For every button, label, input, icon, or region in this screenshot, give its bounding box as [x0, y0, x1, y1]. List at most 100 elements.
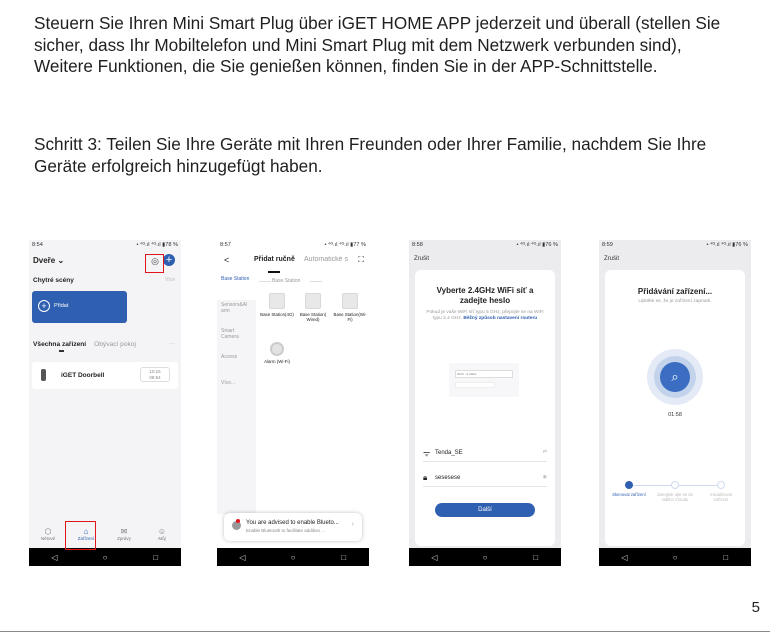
back-nav-icon[interactable]: ◁ — [424, 553, 444, 562]
device-alarm-wifi[interactable]: Alarm (Wi-Fi) — [260, 342, 294, 364]
section-title: Base Station — [272, 278, 301, 284]
toast-subtitle: Enable Bluetooth to facilitate addition … — [246, 528, 326, 533]
user-icon: ☺ — [157, 527, 167, 536]
wifi-name-field[interactable]: ᯤ Tenda_SE ⇄ — [423, 446, 547, 462]
category-smart-camera[interactable]: Smart Camera — [217, 326, 256, 352]
tab-all-devices[interactable]: Všechna zařízení — [33, 341, 86, 348]
home-nav-icon[interactable]: ○ — [665, 553, 685, 562]
search-icon: ⌕ — [660, 362, 690, 392]
base-station-icon — [342, 293, 358, 309]
device-base-station-4g[interactable]: Base Station(4G) — [260, 293, 294, 317]
scan-icon[interactable]: ⛶ — [358, 255, 364, 265]
recent-nav-icon[interactable]: □ — [334, 553, 354, 562]
bottom-tab-me[interactable]: ☺ Můj — [149, 527, 175, 547]
device-name: iGET Doorbell — [61, 372, 105, 379]
base-station-icon — [269, 293, 285, 309]
lock-icon: 🔒︎ — [423, 473, 428, 482]
notification-dot — [236, 519, 240, 523]
screenshot-wifi-setup: 8:58 • ⁴ᴳ.ıl ⁴ᴳ.ıl ▮76 % Zrušit Vyberte … — [409, 240, 561, 566]
back-chevron-icon[interactable]: < — [224, 255, 229, 265]
bottom-tab-network[interactable]: ⬡ Nétové — [35, 527, 61, 547]
toast-title: You are advised to enable Blueto... — [246, 520, 339, 526]
tab-add-manually[interactable]: Přidat ručně — [254, 256, 295, 263]
wifi-card: Vyberte 2.4GHz WiFi síť a zadejte heslo … — [415, 270, 555, 546]
wifi-hint: Pokud je vaše WiFi síť typu 5 GHz, přepo… — [426, 310, 544, 321]
android-navbar: ◁ ○ □ — [599, 548, 751, 566]
password-value: sesesese — [435, 475, 461, 481]
illustration-row — [455, 382, 495, 388]
screenshot-add-manually: 8:57 • ⁴ᴳ.ıl ⁴ᴳ.ıl ▮77 % < Přidat ručně … — [217, 240, 369, 566]
category-access[interactable]: Access — [217, 352, 256, 378]
cancel-link[interactable]: Zrušit — [414, 256, 429, 262]
status-bar: 8:54 • ⁴ᴳ.ıl ⁴ᴳ.ıl ▮78 % — [32, 242, 178, 252]
footer-divider — [0, 631, 770, 632]
tab-auto-scan[interactable]: Automatické s — [304, 256, 356, 263]
tab-indicator — [59, 350, 64, 352]
alarm-icon — [270, 342, 284, 356]
chevron-right-icon: › — [351, 521, 354, 528]
highlight-devices-tab — [65, 521, 96, 550]
switch-network-icon[interactable]: ⇄ — [543, 449, 547, 455]
scenes-heading: Chytré scény — [33, 277, 74, 284]
envelope-icon: ✉ — [120, 527, 128, 536]
wifi-icon: ᯤ — [423, 449, 431, 458]
back-nav-icon[interactable]: ◁ — [614, 553, 634, 562]
adding-card: Přidávání zařízení... Ujistěte se, že je… — [605, 270, 745, 546]
adding-heading: Přidávání zařízení... — [637, 287, 713, 296]
category-sensors-alarm[interactable]: Sensors&Al arm — [217, 300, 256, 326]
add-device-plus-icon[interactable]: + — [163, 254, 175, 266]
screenshot-adding-device: 8:59 • ⁴ᴳ.ıl ⁴ᴳ.ıl ▮76 % Zrušit Přidáván… — [599, 240, 751, 566]
eye-icon[interactable]: ◉ — [543, 474, 547, 480]
add-header: < Přidat ručně Automatické s ⛶ — [217, 252, 369, 270]
device-base-station-wired[interactable]: Base Station( Wired) — [296, 293, 330, 322]
tab-indicator — [268, 271, 280, 273]
bluetooth-toast[interactable]: You are advised to enable Blueto... Enab… — [224, 513, 362, 541]
back-nav-icon[interactable]: ◁ — [232, 553, 252, 562]
add-scene-card[interactable]: + Přidat — [32, 291, 127, 323]
highlight-add-button — [145, 254, 164, 273]
recent-nav-icon[interactable]: □ — [146, 553, 166, 562]
password-field[interactable]: 🔒︎ sesesese ◉ — [423, 471, 547, 487]
step-paragraph: Schritt 3: Teilen Sie Ihre Geräte mit Ih… — [34, 134, 707, 176]
cancel-link[interactable]: Zrušit — [604, 256, 619, 262]
step-scan: Skenovat zařízení — [611, 481, 647, 497]
scenes-more-link[interactable]: Více — [165, 277, 175, 283]
illustration-row: Wi-Fi - 2.4Ghz — [455, 370, 513, 378]
step-initialize: Inicializovat zařízení — [703, 481, 739, 502]
recent-nav-icon[interactable]: □ — [716, 553, 736, 562]
add-scene-label: Přidat — [54, 303, 69, 309]
wifi-name-value: Tenda_SE — [435, 450, 463, 456]
status-icons: • ⁴ᴳ.ıl ⁴ᴳ.ıl ▮77 % — [324, 242, 366, 248]
android-navbar: ◁ ○ □ — [29, 548, 181, 566]
bottom-tab-messages[interactable]: ✉ Zprávy — [111, 527, 137, 547]
tab-living-room[interactable]: Obývací pokoj — [94, 341, 136, 348]
status-bar: 8:57 • ⁴ᴳ.ıl ⁴ᴳ.ıl ▮77 % — [220, 242, 366, 252]
shield-icon: ⬡ — [44, 527, 52, 536]
wifi-illustration: Wi-Fi - 2.4Ghz — [449, 363, 519, 397]
back-nav-icon[interactable]: ◁ — [44, 553, 64, 562]
home-nav-icon[interactable]: ○ — [283, 553, 303, 562]
status-bar: 8:58 • ⁴ᴳ.ıl ⁴ᴳ.ıl ▮76 % — [412, 242, 558, 252]
status-time: 8:57 — [220, 242, 231, 248]
home-title[interactable]: Dveře ⌄ — [33, 256, 64, 265]
search-progress-ring: ⌕ — [647, 349, 703, 405]
category-base-station[interactable]: Base Station — [217, 274, 256, 300]
android-navbar: ◁ ○ □ — [217, 548, 369, 566]
more-rooms-icon[interactable]: ··· — [169, 341, 175, 347]
intro-paragraph: Steuern Sie Ihren Mini Smart Plug über i… — [34, 13, 721, 76]
device-base-station-wifi[interactable]: Base Station(Wi-Fi) — [333, 293, 367, 322]
device-card[interactable]: iGET Doorbell 10:15 08:54 — [32, 362, 178, 389]
bottom-tab-bar: ⬡ Nétové ⌂ Zařízení ✉ Zprávy ☺ Můj — [29, 527, 181, 547]
home-nav-icon[interactable]: ○ — [95, 553, 115, 562]
category-more[interactable]: Více... — [217, 378, 256, 404]
router-setup-link[interactable]: Běžný způsob nastavení routeru — [463, 316, 537, 321]
status-time: 8:59 — [602, 242, 613, 248]
status-time: 8:54 — [32, 242, 43, 248]
next-button[interactable]: Další — [435, 503, 535, 517]
room-tabs: Všechna zařízení Obývací pokoj — [33, 341, 136, 348]
adding-hint: Ujistěte se, že je zařízení zapnuté. — [638, 299, 712, 304]
page-number: 5 — [751, 599, 760, 616]
recent-nav-icon[interactable]: □ — [526, 553, 546, 562]
category-sidebar: Base Station Sensors&Al arm Smart Camera… — [217, 274, 256, 514]
home-nav-icon[interactable]: ○ — [475, 553, 495, 562]
